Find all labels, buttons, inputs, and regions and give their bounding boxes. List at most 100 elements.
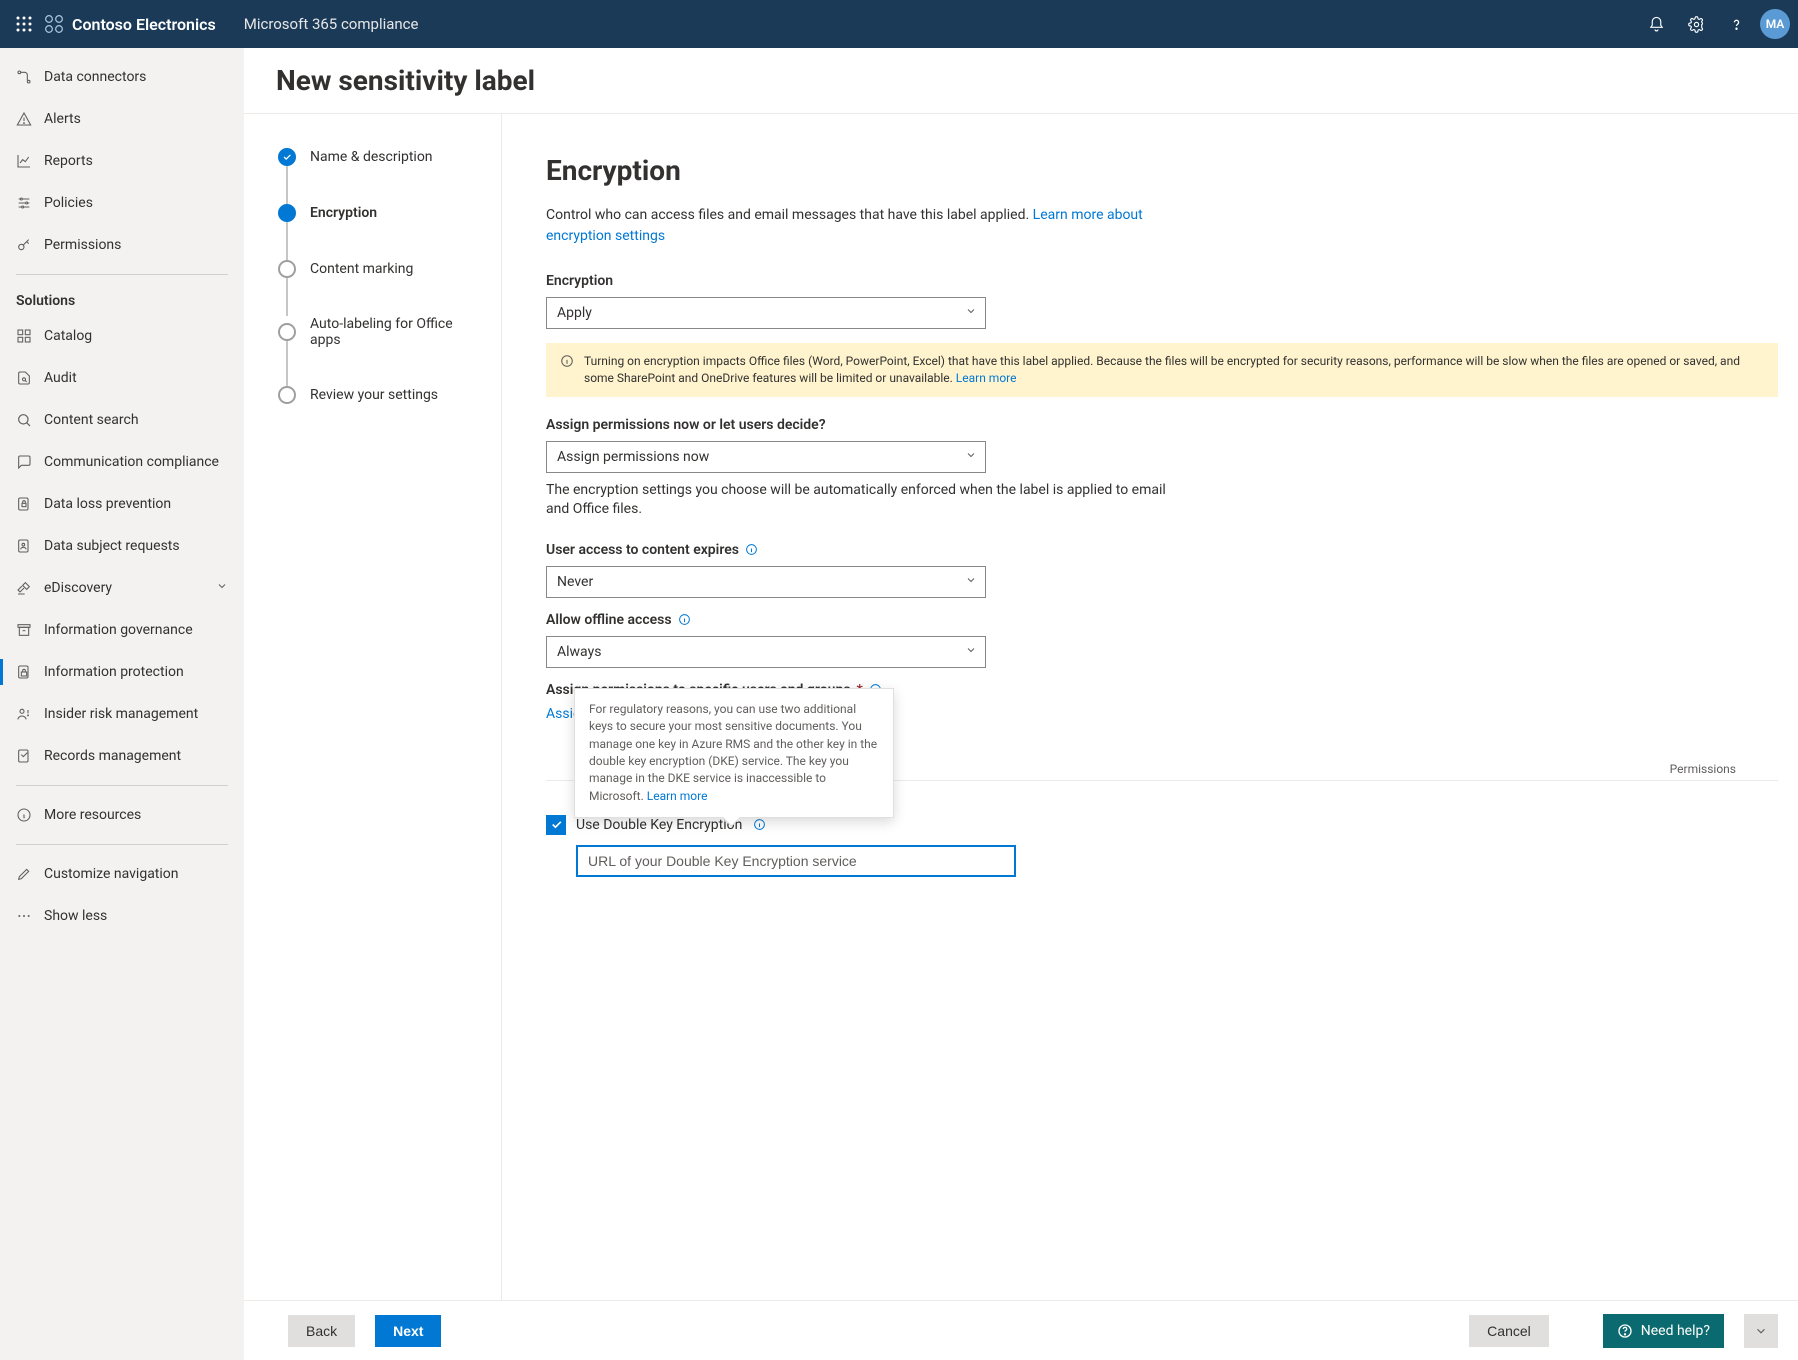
nav-label: Information governance bbox=[44, 622, 228, 638]
nav-ediscovery[interactable]: eDiscovery bbox=[0, 567, 244, 609]
nav-label: Catalog bbox=[44, 328, 228, 344]
brand-icon bbox=[44, 14, 64, 34]
nav-label: Alerts bbox=[44, 111, 228, 127]
step-encryption[interactable]: Encryption bbox=[278, 204, 477, 260]
nav-content-search[interactable]: Content search bbox=[0, 399, 244, 441]
nav-catalog[interactable]: Catalog bbox=[0, 315, 244, 357]
nav-customize[interactable]: Customize navigation bbox=[0, 853, 244, 895]
section-heading: Encryption bbox=[546, 154, 1778, 187]
cancel-button[interactable]: Cancel bbox=[1469, 1315, 1549, 1347]
tooltip-learn-more-link[interactable]: Learn more bbox=[647, 789, 708, 803]
app-name: Microsoft 365 compliance bbox=[244, 15, 419, 33]
avatar[interactable]: MA bbox=[1760, 9, 1790, 39]
brand-area: Contoso Electronics bbox=[44, 14, 216, 34]
nav-label: Customize navigation bbox=[44, 866, 228, 882]
nav-label: Data loss prevention bbox=[44, 496, 228, 512]
warning-learn-more-link[interactable]: Learn more bbox=[956, 371, 1017, 385]
app-launcher-icon[interactable] bbox=[8, 8, 40, 40]
chevron-down-icon bbox=[965, 574, 977, 590]
nav-permissions[interactable]: Permissions bbox=[0, 224, 244, 266]
nav-label: Show less bbox=[44, 908, 228, 924]
select-value: Never bbox=[557, 574, 593, 590]
nav-label: Policies bbox=[44, 195, 228, 211]
assign-permissions-helper: The encryption settings you choose will … bbox=[546, 481, 1166, 520]
dke-tooltip: For regulatory reasons, you can use two … bbox=[574, 688, 894, 818]
nav-insider-risk[interactable]: Insider risk management bbox=[0, 693, 244, 735]
dke-checkbox[interactable] bbox=[546, 815, 566, 835]
assign-permissions-select[interactable]: Assign permissions now bbox=[546, 441, 986, 473]
next-button[interactable]: Next bbox=[375, 1315, 441, 1347]
dke-checkbox-label: Use Double Key Encryption bbox=[576, 817, 742, 833]
nav-dlp[interactable]: Data loss prevention bbox=[0, 483, 244, 525]
info-icon[interactable] bbox=[752, 818, 766, 832]
nav-info-governance[interactable]: Information governance bbox=[0, 609, 244, 651]
search-icon bbox=[16, 412, 32, 428]
nav-data-connectors[interactable]: Data connectors bbox=[0, 56, 244, 98]
step-label: Name & description bbox=[310, 149, 433, 165]
flow-icon bbox=[16, 69, 32, 85]
info-icon[interactable] bbox=[745, 543, 759, 557]
nav-label: eDiscovery bbox=[44, 580, 216, 596]
info-icon[interactable] bbox=[678, 613, 692, 627]
sliders-icon bbox=[16, 195, 32, 211]
shield-lock-icon bbox=[16, 496, 32, 512]
nav-dsr[interactable]: Data subject requests bbox=[0, 525, 244, 567]
nav-communication-compliance[interactable]: Communication compliance bbox=[0, 441, 244, 483]
wizard-steps: Name & description Encryption Content ma… bbox=[244, 114, 502, 1300]
file-person-icon bbox=[16, 538, 32, 554]
nav-show-less[interactable]: Show less bbox=[0, 895, 244, 937]
need-help-label: Need help? bbox=[1641, 1323, 1710, 1339]
notifications-icon[interactable] bbox=[1636, 4, 1676, 44]
chevron-down-icon bbox=[965, 449, 977, 465]
nav-info-protection[interactable]: Information protection bbox=[0, 651, 244, 693]
gavel-icon bbox=[16, 580, 32, 596]
nav-label: Insider risk management bbox=[44, 706, 228, 722]
nav-reports[interactable]: Reports bbox=[0, 140, 244, 182]
nav-label: Communication compliance bbox=[44, 454, 228, 470]
nav-label: Data subject requests bbox=[44, 538, 228, 554]
dke-url-input[interactable] bbox=[576, 845, 1016, 877]
info-icon bbox=[16, 807, 32, 823]
step-content-marking[interactable]: Content marking bbox=[278, 260, 477, 316]
help-icon bbox=[1617, 1323, 1633, 1339]
select-value: Assign permissions now bbox=[557, 449, 709, 465]
nav-label: Content search bbox=[44, 412, 228, 428]
assign-permissions-label: Assign permissions now or let users deci… bbox=[546, 417, 1778, 433]
nav-more-resources[interactable]: More resources bbox=[0, 794, 244, 836]
wizard-footer: Back Next Cancel Need help? bbox=[244, 1300, 1798, 1360]
nav-alerts[interactable]: Alerts bbox=[0, 98, 244, 140]
chevron-down-icon bbox=[1754, 1324, 1768, 1338]
need-help-collapse[interactable] bbox=[1744, 1314, 1778, 1348]
step-auto-labeling[interactable]: Auto-labeling for Office apps bbox=[278, 316, 477, 386]
step-label: Content marking bbox=[310, 261, 413, 277]
select-value: Apply bbox=[557, 305, 592, 321]
step-name-description[interactable]: Name & description bbox=[278, 148, 477, 204]
key-icon bbox=[16, 237, 32, 253]
offline-access-select[interactable]: Always bbox=[546, 636, 986, 668]
nav-policies[interactable]: Policies bbox=[0, 182, 244, 224]
nav-label: Audit bbox=[44, 370, 228, 386]
left-nav: Data connectors Alerts Reports Policies … bbox=[0, 48, 244, 1360]
expires-select[interactable]: Never bbox=[546, 566, 986, 598]
chevron-down-icon bbox=[216, 580, 228, 596]
suite-header: Contoso Electronics Microsoft 365 compli… bbox=[0, 0, 1798, 48]
main-content: New sensitivity label Name & description… bbox=[244, 48, 1798, 1360]
step-label: Auto-labeling for Office apps bbox=[310, 316, 477, 348]
need-help-button[interactable]: Need help? bbox=[1603, 1314, 1724, 1348]
nav-label: Reports bbox=[44, 153, 228, 169]
chat-icon bbox=[16, 454, 32, 470]
help-icon[interactable] bbox=[1716, 4, 1756, 44]
encryption-select[interactable]: Apply bbox=[546, 297, 986, 329]
encryption-label: Encryption bbox=[546, 273, 1778, 289]
nav-records-mgmt[interactable]: Records management bbox=[0, 735, 244, 777]
back-button[interactable]: Back bbox=[288, 1315, 355, 1347]
select-value: Always bbox=[557, 644, 601, 660]
chart-icon bbox=[16, 153, 32, 169]
archive-icon bbox=[16, 622, 32, 638]
grid-icon bbox=[16, 328, 32, 344]
nav-label: Information protection bbox=[44, 664, 228, 680]
settings-icon[interactable] bbox=[1676, 4, 1716, 44]
nav-audit[interactable]: Audit bbox=[0, 357, 244, 399]
step-review[interactable]: Review your settings bbox=[278, 386, 477, 442]
info-icon bbox=[560, 354, 574, 387]
